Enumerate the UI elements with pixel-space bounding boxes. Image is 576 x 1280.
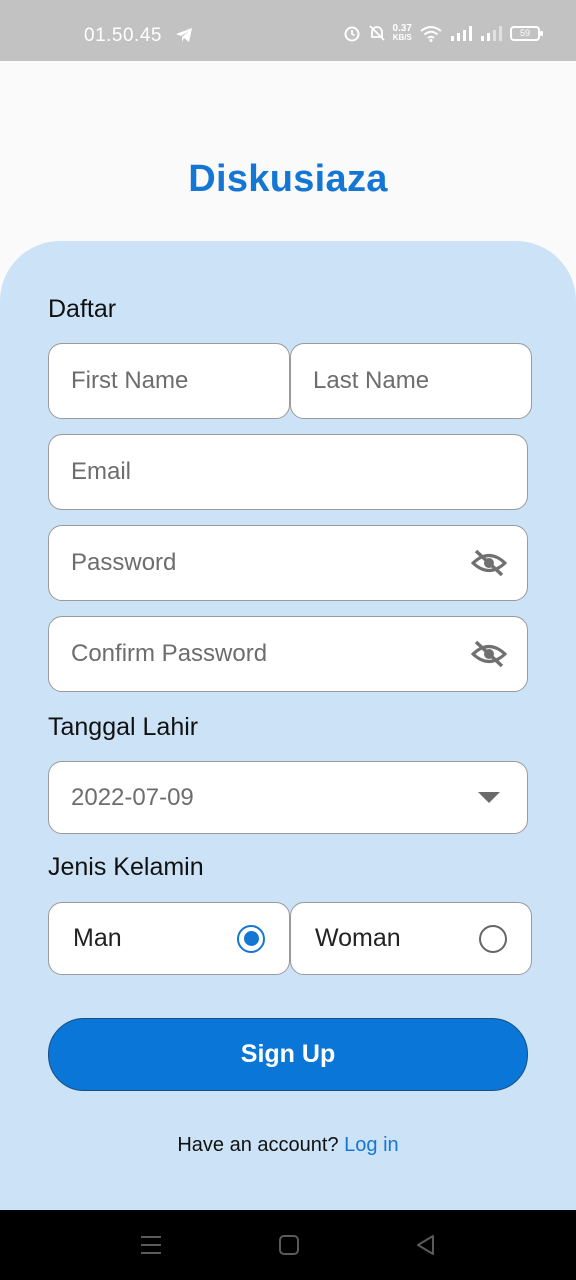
net-speed-value: 0.37 [392, 23, 412, 34]
gender-option-woman[interactable]: Woman [290, 902, 532, 975]
login-prompt: Have an account? Log in [0, 1134, 576, 1157]
signal-icon-secondary [481, 26, 502, 41]
gender-option-label: Man [73, 924, 122, 952]
last-name-field[interactable]: Last Name [290, 343, 532, 419]
form-heading: Daftar [48, 295, 117, 323]
radio-selected-icon[interactable] [237, 924, 265, 953]
birth-date-label: Tanggal Lahir [48, 713, 199, 741]
navigation-bar [0, 1210, 576, 1280]
gender-option-man[interactable]: Man [48, 902, 290, 975]
password-placeholder: Password [71, 549, 177, 576]
battery-indicator: 59 [510, 25, 543, 41]
login-link[interactable]: Log in [344, 1134, 399, 1156]
gender-option-label: Woman [315, 924, 401, 952]
first-name-placeholder: First Name [71, 367, 189, 394]
eye-off-icon[interactable] [469, 548, 509, 578]
status-bar: 01.50.45 0.37 KB/S 59 [0, 0, 576, 61]
signal-icon [451, 26, 472, 41]
confirm-password-field[interactable]: Confirm Password [48, 616, 528, 692]
confirm-password-placeholder: Confirm Password [71, 640, 268, 667]
status-icons: 0.37 KB/S 59 [343, 23, 543, 43]
wifi-icon [420, 25, 442, 42]
gender-label: Jenis Kelamin [48, 853, 204, 881]
network-speed: 0.37 KB/S [392, 23, 412, 43]
eye-off-icon[interactable] [469, 639, 509, 669]
email-field[interactable]: Email [48, 434, 528, 510]
password-field[interactable]: Password [48, 525, 528, 601]
first-name-field[interactable]: First Name [48, 343, 290, 419]
net-speed-unit: KB/S [392, 33, 412, 42]
last-name-placeholder: Last Name [313, 367, 430, 394]
mute-bell-icon [368, 25, 385, 41]
birth-date-dropdown[interactable]: 2022-07-09 [48, 761, 528, 834]
app-title: Diskusiaza [188, 158, 388, 200]
birth-date-value: 2022-07-09 [71, 783, 194, 811]
sign-up-button[interactable]: Sign Up [48, 1018, 528, 1091]
alarm-icon [344, 26, 360, 42]
login-prompt-text: Have an account? [177, 1134, 339, 1156]
back-icon[interactable] [415, 1234, 437, 1256]
home-icon[interactable] [278, 1234, 300, 1256]
telegram-icon [176, 28, 192, 42]
status-time: 01.50.45 [84, 25, 162, 46]
radio-unselected-icon[interactable] [479, 924, 507, 953]
email-placeholder: Email [71, 458, 132, 485]
menu-icon[interactable] [140, 1234, 162, 1256]
chevron-down-icon [469, 791, 509, 804]
